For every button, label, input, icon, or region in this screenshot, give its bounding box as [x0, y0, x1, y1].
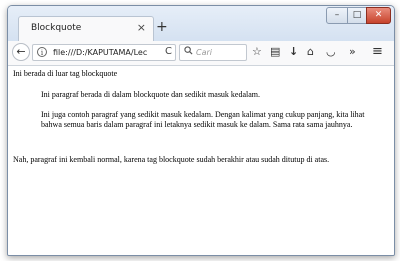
paragraph-outside: Ini berada di luar tag blockquote	[13, 69, 118, 78]
tab-title: Blockquote	[31, 23, 82, 33]
download-icon[interactable]: ↓	[289, 45, 298, 59]
browser-window: Blockquote × + – □ ✕ ← i file:///D:/KAPU…	[7, 5, 395, 256]
url-bar[interactable]: i file:///D:/KAPUTAMA/Lec C	[32, 44, 176, 61]
paragraph-after: Nah, paragraf ini kembali normal, karena…	[13, 155, 330, 164]
info-icon[interactable]: i	[37, 47, 47, 57]
bookmark-star-icon[interactable]: ☆	[252, 45, 262, 59]
tab-close-icon[interactable]: ×	[137, 21, 146, 34]
navigation-bar: ← i file:///D:/KAPUTAMA/Lec C Cari ☆ ▤ ↓…	[8, 41, 394, 66]
minimize-button[interactable]: –	[326, 7, 348, 24]
blockquote-paragraph-2: Ini juga contoh paragraf yang sedikit ma…	[41, 110, 365, 129]
url-text[interactable]: file:///D:/KAPUTAMA/Lec	[53, 48, 157, 57]
back-button[interactable]: ←	[12, 43, 30, 61]
overflow-menu-icon[interactable]: »	[349, 45, 356, 59]
tab-blockquote[interactable]: Blockquote ×	[18, 16, 154, 41]
pocket-icon[interactable]: ◡	[326, 45, 336, 59]
maximize-button[interactable]: □	[347, 7, 367, 24]
hamburger-menu-icon[interactable]: ≡	[372, 45, 383, 59]
search-placeholder: Cari	[196, 48, 212, 57]
new-tab-button[interactable]: +	[156, 19, 168, 35]
blockquote-paragraph-1: Ini paragraf berada di dalam blockquote …	[41, 90, 261, 99]
title-bar: Blockquote × + – □ ✕	[8, 6, 394, 42]
home-icon[interactable]: ⌂	[307, 45, 314, 59]
reload-icon[interactable]: C	[165, 46, 172, 57]
reading-list-icon[interactable]: ▤	[270, 45, 280, 59]
page-content: Ini berada di luar tag blockquote Ini pa…	[8, 66, 394, 255]
search-icon	[184, 46, 193, 58]
search-input[interactable]: Cari	[179, 44, 247, 61]
close-window-button[interactable]: ✕	[366, 7, 391, 24]
